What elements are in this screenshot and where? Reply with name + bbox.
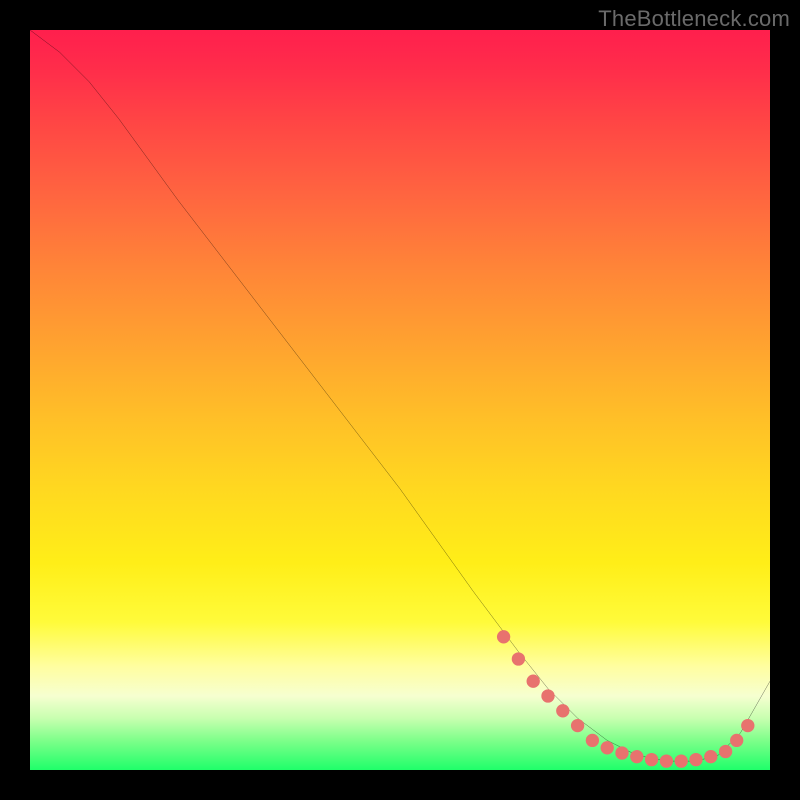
highlight-dot: [660, 754, 673, 767]
dots-layer: [30, 30, 770, 770]
highlight-dot: [689, 753, 702, 766]
highlight-dot: [719, 745, 732, 758]
highlight-dot: [586, 734, 599, 747]
highlight-dot: [741, 719, 754, 732]
highlight-dot: [556, 704, 569, 717]
highlight-dot: [497, 630, 510, 643]
highlight-dots: [497, 630, 755, 768]
highlight-dot: [615, 746, 628, 759]
plot-area: [30, 30, 770, 770]
highlight-dot: [601, 741, 614, 754]
highlight-dot: [645, 753, 658, 766]
highlight-dot: [730, 734, 743, 747]
highlight-dot: [675, 754, 688, 767]
highlight-dot: [571, 719, 584, 732]
highlight-dot: [512, 652, 525, 665]
highlight-dot: [704, 750, 717, 763]
chart-frame: TheBottleneck.com: [0, 0, 800, 800]
highlight-dot: [527, 675, 540, 688]
highlight-dot: [541, 689, 554, 702]
watermark-text: TheBottleneck.com: [598, 6, 790, 32]
highlight-dot: [630, 750, 643, 763]
